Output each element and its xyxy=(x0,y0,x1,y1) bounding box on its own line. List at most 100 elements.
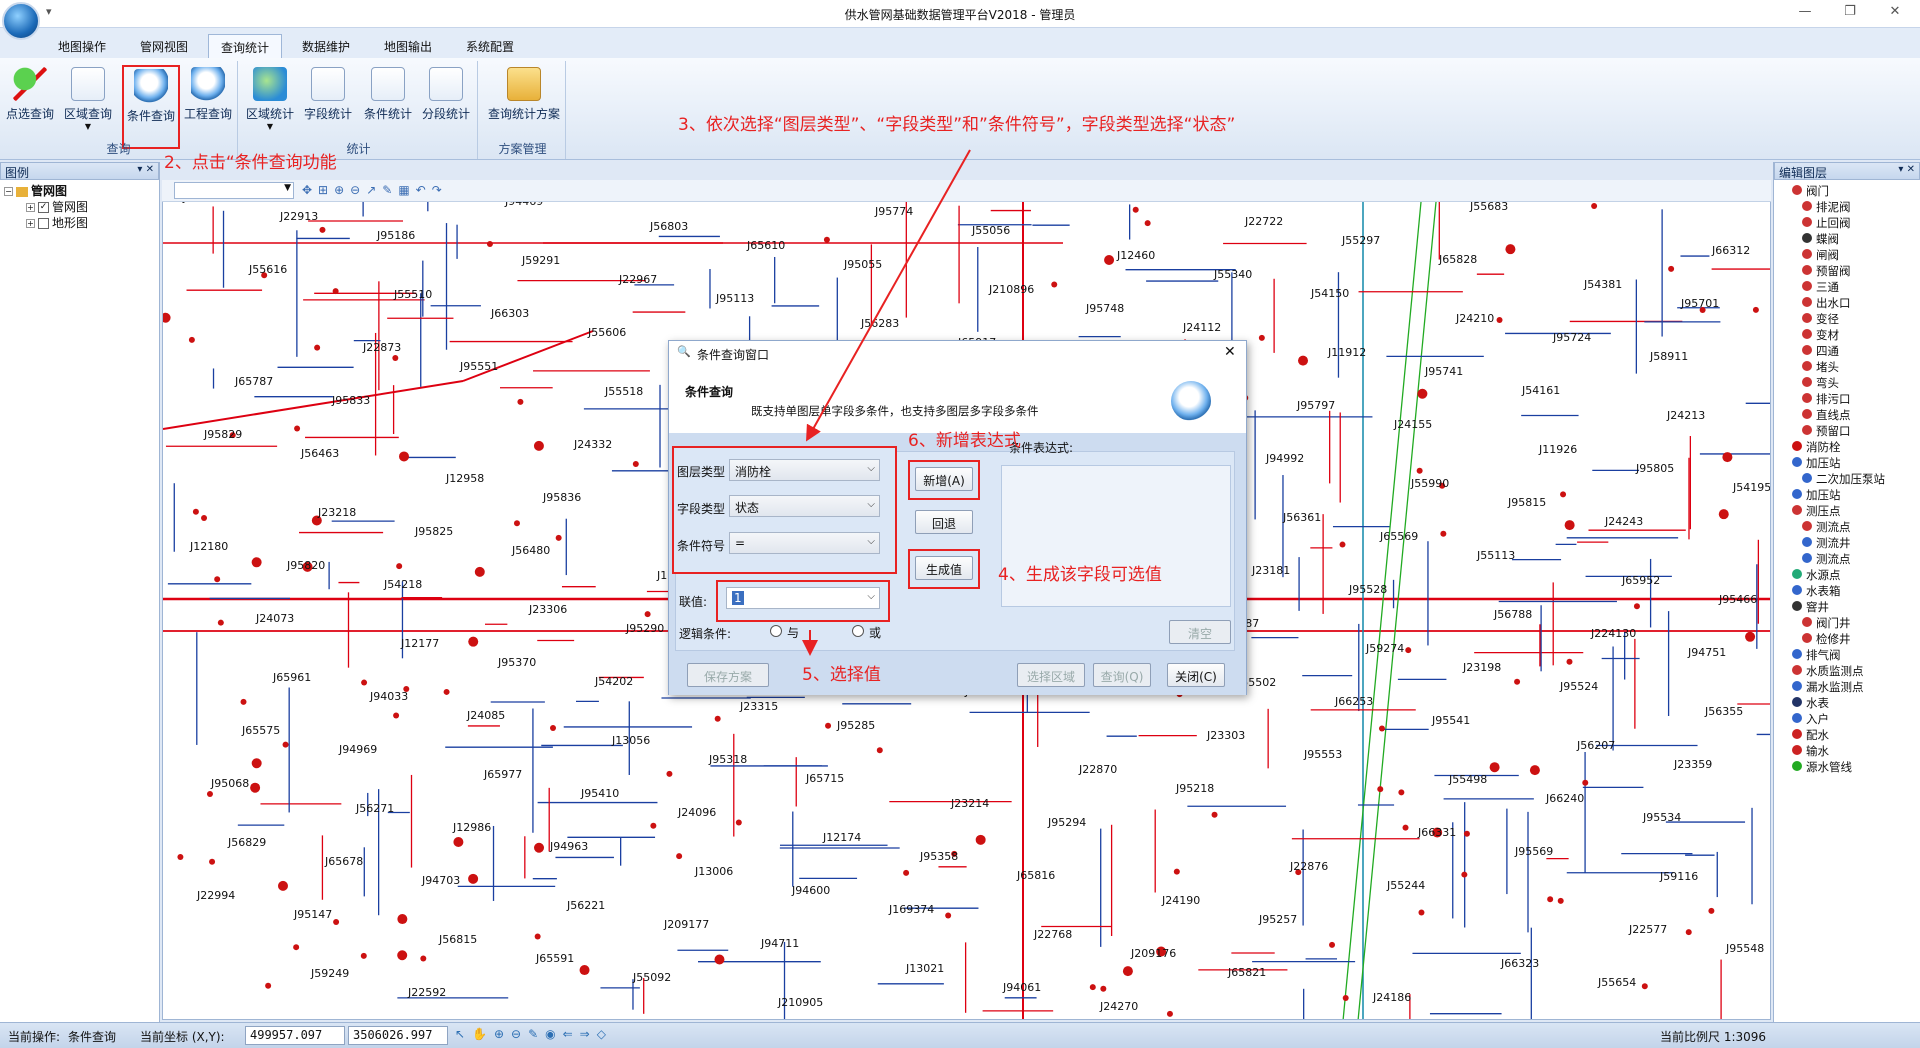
junction-label: J56815 xyxy=(438,933,477,946)
value-select[interactable]: 1 ⌵ xyxy=(726,587,880,609)
query-button[interactable]: 查询(Q) xyxy=(1093,663,1151,687)
layer-item[interactable]: 消防栓 xyxy=(1774,438,1920,454)
layer-item[interactable]: 阀门 xyxy=(1774,182,1920,198)
checkbox-unchecked[interactable] xyxy=(38,218,49,229)
layer-item[interactable]: 水表箱 xyxy=(1774,582,1920,598)
dropdown-arrow-icon: ▼ xyxy=(266,122,274,131)
pipe-line xyxy=(163,380,464,430)
layer-item[interactable]: 止回阀 xyxy=(1774,214,1920,230)
globe-icon xyxy=(253,67,287,101)
layer-item[interactable]: 窨井 xyxy=(1774,598,1920,614)
field-stats-button[interactable]: 字段统计 xyxy=(300,65,356,135)
tree-item-terrain[interactable]: + 地形图 xyxy=(4,215,155,231)
junction-label: J22577 xyxy=(1628,923,1667,936)
field-type-select[interactable]: 状态 ⌵ xyxy=(729,495,880,517)
valve-node xyxy=(555,534,562,541)
layer-item[interactable]: 预留口 xyxy=(1774,422,1920,438)
layer-item[interactable]: 漏水监测点 xyxy=(1774,678,1920,694)
layer-item[interactable]: 三通 xyxy=(1774,278,1920,294)
generate-values-button[interactable]: 生成值 xyxy=(915,556,973,580)
app-logo-icon[interactable] xyxy=(2,2,40,40)
junction-label: J65591 xyxy=(535,952,574,965)
junction-label: J22592 xyxy=(407,986,446,999)
valve-node xyxy=(1529,765,1540,776)
project-query-button[interactable]: 工程查询 xyxy=(180,65,236,135)
operator-select[interactable]: = ⌵ xyxy=(729,532,880,554)
close-button[interactable]: ✕ xyxy=(1880,4,1910,24)
annotation-step-5: 5、选择值 xyxy=(802,665,881,685)
dialog-close-button[interactable]: 关闭(C) xyxy=(1167,663,1225,687)
layer-item[interactable]: 入户 xyxy=(1774,710,1920,726)
checkbox-checked[interactable]: ✓ xyxy=(38,202,49,213)
add-expression-button[interactable]: 新增(A) xyxy=(915,467,973,491)
minimize-button[interactable]: — xyxy=(1790,4,1820,24)
legend-symbol-icon xyxy=(1792,441,1802,451)
layer-item[interactable]: 排污口 xyxy=(1774,390,1920,406)
tree-item-network[interactable]: + ✓ 管网图 xyxy=(4,199,155,215)
layer-item[interactable]: 加压站 xyxy=(1774,486,1920,502)
layer-item[interactable]: 输水 xyxy=(1774,742,1920,758)
junction-label: J56463 xyxy=(300,447,339,460)
scale-combo[interactable]: ▼ xyxy=(174,182,294,199)
layer-item[interactable]: 测流点 xyxy=(1774,550,1920,566)
layer-item[interactable]: 二次加压泵站 xyxy=(1774,470,1920,486)
quick-access-icon[interactable]: ▾ xyxy=(46,5,52,18)
layer-item[interactable]: 排气阀 xyxy=(1774,646,1920,662)
point-query-button[interactable]: 点选查询 xyxy=(2,65,58,135)
tab-map-output[interactable]: 地图输出 xyxy=(372,34,444,58)
tab-query-stats[interactable]: 查询统计 xyxy=(208,34,283,58)
dialog-close-icon[interactable]: ✕ xyxy=(1224,344,1236,360)
panel-pin-close-icon[interactable]: ▾ ✕ xyxy=(1898,164,1915,175)
tab-data-maintenance[interactable]: 数据维护 xyxy=(290,34,362,58)
expand-icon[interactable]: + xyxy=(26,219,35,228)
expression-textarea[interactable] xyxy=(1001,465,1231,607)
tab-system-config[interactable]: 系统配置 xyxy=(454,34,526,58)
layer-item[interactable]: 四通 xyxy=(1774,342,1920,358)
layer-item[interactable]: 测流点 xyxy=(1774,518,1920,534)
layer-item[interactable]: 检修井 xyxy=(1774,630,1920,646)
valve-node xyxy=(823,236,830,243)
layer-item[interactable]: 蝶阀 xyxy=(1774,230,1920,246)
condition-query-button[interactable]: 条件查询 xyxy=(122,65,180,149)
tree-root[interactable]: − 管网图 xyxy=(4,183,155,199)
or-radio[interactable] xyxy=(852,625,864,637)
layer-item[interactable]: 阀门井 xyxy=(1774,614,1920,630)
layer-item[interactable]: 加压站 xyxy=(1774,454,1920,470)
status-tool-icons[interactable]: ↖✋⊕⊖✎◉⇐⇒◇ xyxy=(455,1027,613,1041)
panel-pin-close-icon[interactable]: ▾ ✕ xyxy=(137,164,154,175)
area-query-button[interactable]: 区域查询 ▼ xyxy=(60,65,116,135)
layer-item[interactable]: 测压点 xyxy=(1774,502,1920,518)
select-area-button[interactable]: 选择区域 xyxy=(1017,663,1085,687)
layer-item[interactable]: 直线点 xyxy=(1774,406,1920,422)
clear-button[interactable]: 清空 xyxy=(1169,620,1231,644)
layer-item[interactable]: 弯头 xyxy=(1774,374,1920,390)
layer-item[interactable]: 排泥阀 xyxy=(1774,198,1920,214)
layer-item[interactable]: 预留阀 xyxy=(1774,262,1920,278)
tab-network-view[interactable]: 管网视图 xyxy=(128,34,200,58)
save-scheme-button[interactable]: 保存方案 xyxy=(687,663,769,687)
layer-item[interactable]: 配水 xyxy=(1774,726,1920,742)
layer-item[interactable]: 源水管线 xyxy=(1774,758,1920,774)
collapse-icon[interactable]: − xyxy=(4,187,13,196)
layer-item[interactable]: 堵头 xyxy=(1774,358,1920,374)
maximize-button[interactable]: ❐ xyxy=(1835,4,1865,24)
junction-label: J95701 xyxy=(1680,297,1719,310)
layer-item[interactable]: 测流井 xyxy=(1774,534,1920,550)
layer-item[interactable]: 出水口 xyxy=(1774,294,1920,310)
segment-stats-button[interactable]: 分段统计 xyxy=(418,65,474,135)
layer-item[interactable]: 闸阀 xyxy=(1774,246,1920,262)
layer-item[interactable]: 变材 xyxy=(1774,326,1920,342)
layer-item[interactable]: 水表 xyxy=(1774,694,1920,710)
undo-button[interactable]: 回退 xyxy=(915,510,973,534)
layer-item[interactable]: 变径 xyxy=(1774,310,1920,326)
layer-type-select[interactable]: 消防栓 ⌵ xyxy=(729,459,880,481)
query-stats-scheme-button[interactable]: 查询统计方案 xyxy=(486,65,562,135)
area-stats-button[interactable]: 区域统计 ▼ xyxy=(242,65,298,135)
expand-icon[interactable]: + xyxy=(26,203,35,212)
and-radio[interactable] xyxy=(770,625,782,637)
layer-item[interactable]: 水源点 xyxy=(1774,566,1920,582)
condition-stats-button[interactable]: 条件统计 xyxy=(360,65,416,135)
tab-map-ops[interactable]: 地图操作 xyxy=(46,34,118,58)
map-tool-icons[interactable]: ✥⊞⊕⊖↗✎▦↶↷ xyxy=(302,183,448,197)
layer-item[interactable]: 水质监测点 xyxy=(1774,662,1920,678)
